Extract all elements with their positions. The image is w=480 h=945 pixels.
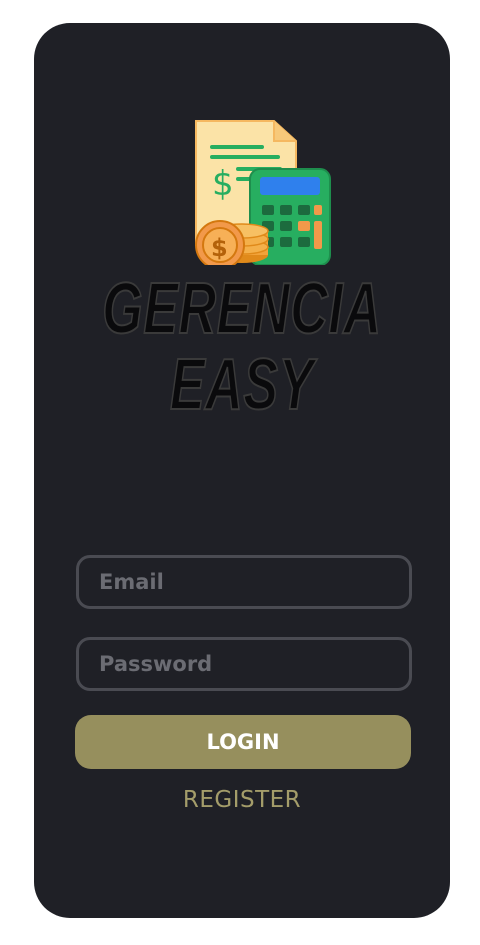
email-field-container — [76, 555, 412, 609]
password-field-container — [76, 637, 412, 691]
finance-calculator-icon: $ $ — [154, 115, 334, 270]
svg-text:$: $ — [212, 164, 234, 204]
login-button[interactable]: LOGIN — [75, 715, 411, 769]
brand-title: GERENCIA EASY — [92, 269, 392, 425]
password-input[interactable] — [79, 640, 409, 688]
brand-line-2: EASY — [169, 345, 315, 425]
email-input[interactable] — [79, 558, 409, 606]
svg-text:$: $ — [211, 234, 228, 262]
brand-line-1: GERENCIA — [102, 269, 382, 349]
register-link[interactable]: REGISTER — [34, 787, 450, 813]
login-screen: $ $ GERENCIA EASY Email LOGIN REGISTER — [34, 23, 450, 918]
